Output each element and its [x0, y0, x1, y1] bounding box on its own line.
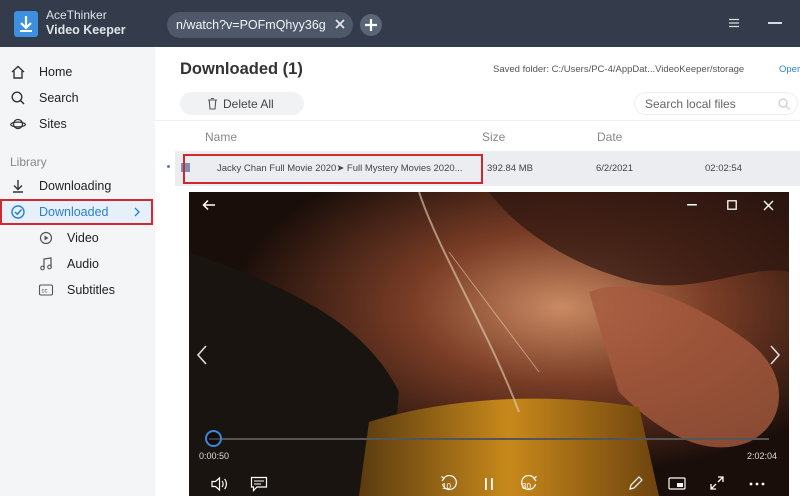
browser-tab[interactable]: n/watch?v=POFmQhyy36g [167, 12, 353, 38]
sidebar-item-audio[interactable]: Audio [0, 251, 155, 277]
search-local-files[interactable] [634, 92, 798, 115]
file-date: 6/2/2021 [596, 163, 633, 174]
app-logo-icon [14, 11, 38, 37]
delete-all-button[interactable]: Delete All [180, 92, 304, 115]
sidebar-item-subtitles[interactable]: cc Subtitles [0, 277, 155, 303]
plus-icon [365, 19, 377, 31]
cc-icon: cc [38, 284, 54, 296]
sidebar-item-label: Home [39, 65, 73, 79]
sidebar-item-video[interactable]: Video [0, 225, 155, 251]
delete-all-label: Delete All [223, 97, 274, 111]
next-icon[interactable] [769, 345, 781, 365]
search-icon [11, 91, 25, 105]
sidebar-item-label: Subtitles [67, 283, 115, 297]
highlight-box-downloaded [0, 199, 153, 225]
progress-track[interactable] [209, 438, 769, 440]
current-time: 0:00:50 [199, 451, 230, 461]
column-header-name[interactable]: Name [205, 130, 237, 144]
sidebar-item-search[interactable]: Search [0, 85, 155, 111]
player-minimize-icon[interactable] [687, 204, 697, 206]
planet-icon [10, 118, 26, 130]
player-close-icon[interactable] [763, 200, 774, 211]
sidebar-item-label: Sites [39, 117, 67, 131]
divider [155, 120, 800, 121]
column-header-size[interactable]: Size [482, 130, 505, 144]
video-player[interactable]: 0:00:50 2:02:04 10 30 [189, 192, 789, 496]
fullscreen-icon[interactable] [709, 475, 725, 491]
sidebar-item-home[interactable]: Home [0, 59, 155, 85]
close-tab-icon[interactable] [333, 17, 347, 31]
player-maximize-icon[interactable] [727, 200, 737, 210]
library-section-label: Library [10, 155, 47, 169]
column-header-date[interactable]: Date [597, 130, 622, 144]
title-bar: AceThinker Video Keeper n/watch?v=POFmQh… [0, 0, 800, 47]
picture-in-picture-icon[interactable] [668, 477, 686, 490]
sidebar-item-label: Downloading [39, 179, 112, 193]
sidebar-item-sites[interactable]: Sites [0, 111, 155, 137]
previous-icon[interactable] [196, 345, 208, 365]
bullet-icon [167, 165, 170, 168]
sidebar: Home Search Sites Library Downloading Do… [0, 47, 155, 496]
home-icon [11, 65, 25, 79]
download-icon [13, 180, 23, 193]
back-arrow-icon[interactable] [202, 199, 216, 211]
total-time: 2:02:04 [747, 451, 778, 461]
app-name-line1: AceThinker [46, 8, 107, 22]
saved-folder-path: Saved folder: C:/Users/PC-4/AppDat...Vid… [493, 64, 745, 75]
sidebar-item-downloading[interactable]: Downloading [0, 173, 155, 199]
tab-url: n/watch?v=POFmQhyy36g [176, 18, 326, 32]
file-duration: 02:02:54 [705, 163, 742, 174]
highlight-box-filename [183, 154, 483, 184]
trash-icon [208, 97, 217, 110]
pencil-icon[interactable] [628, 475, 644, 491]
minimize-button[interactable] [768, 22, 782, 24]
more-options-icon[interactable] [749, 482, 765, 486]
play-circle-icon [39, 231, 53, 245]
svg-text:cc: cc [42, 289, 48, 295]
music-note-icon [40, 257, 52, 271]
menu-icon[interactable] [728, 17, 740, 29]
new-tab-button[interactable] [360, 14, 382, 36]
rewind-seconds: 10 [442, 482, 451, 491]
progress-knob[interactable] [204, 430, 222, 447]
page-title: Downloaded (1) [180, 60, 303, 78]
subtitles-icon[interactable] [250, 476, 268, 492]
volume-icon[interactable] [210, 476, 230, 492]
search-input[interactable] [645, 96, 765, 111]
app-name-line2: Video Keeper [46, 23, 126, 37]
file-size: 392.84 MB [487, 163, 533, 174]
pause-icon[interactable] [483, 477, 495, 491]
open-folder-link[interactable]: Oper [779, 64, 800, 75]
sidebar-item-label: Video [67, 231, 99, 245]
sidebar-item-label: Search [39, 91, 79, 105]
sidebar-item-label: Audio [67, 257, 99, 271]
app-name: AceThinker Video Keeper [46, 8, 126, 38]
search-icon[interactable] [777, 97, 791, 111]
video-frame [189, 192, 789, 496]
forward-seconds: 30 [522, 482, 531, 491]
